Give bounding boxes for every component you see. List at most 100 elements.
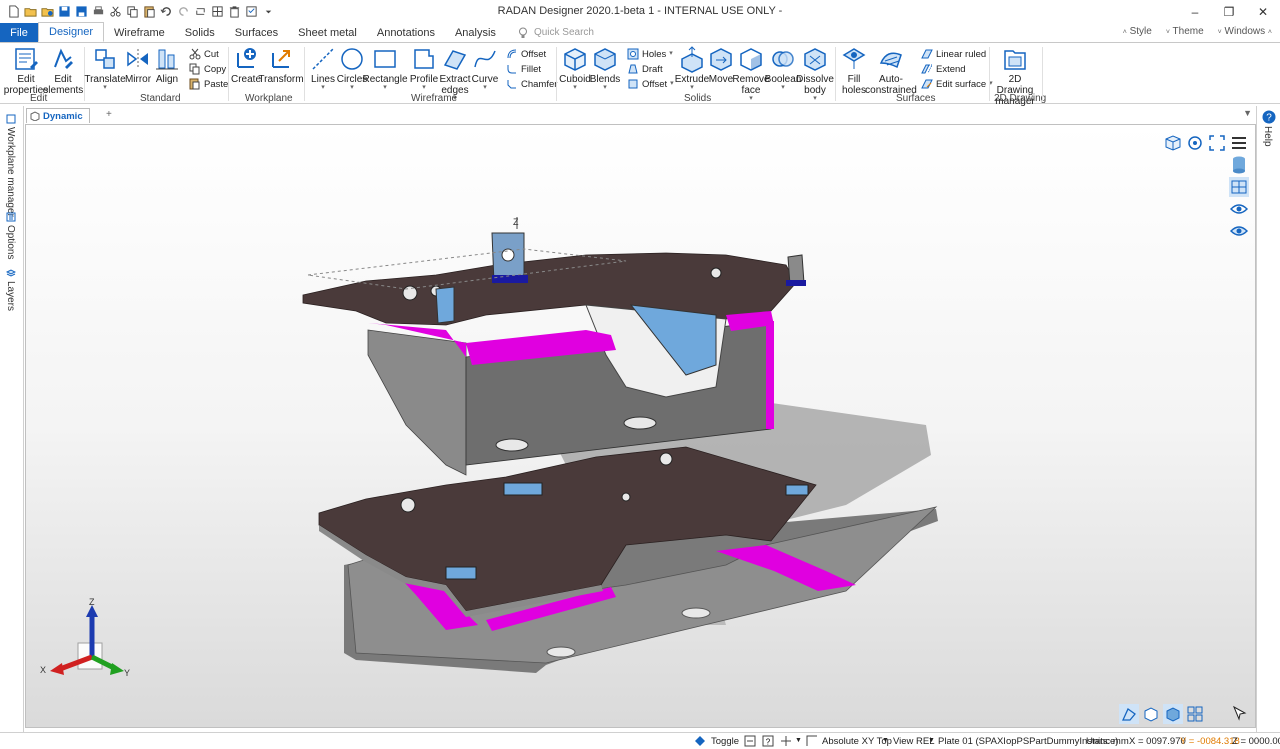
holes-button[interactable]: Holes ▾ [627,48,673,60]
help-status-icon[interactable]: ? [762,735,774,747]
customize-dropdown-icon[interactable] [261,5,275,19]
orbit-icon[interactable] [1185,133,1205,153]
tab-sheet-metal[interactable]: Sheet metal [288,23,367,42]
help-icon[interactable]: ? [1262,110,1276,127]
save-icon[interactable] [57,5,71,19]
svg-text:?: ? [1266,113,1272,124]
linear-ruled-button[interactable]: Linear ruled [921,48,986,60]
blends-button[interactable]: Blends ▾ [590,45,620,91]
draft-button[interactable]: Draft [627,63,663,75]
boolean-button[interactable]: Boolean ▾ [765,45,801,91]
remove-face-button[interactable]: Remove face ▾ [732,45,770,102]
wireframe-view-icon[interactable] [1119,704,1139,724]
paste-button[interactable]: Paste [189,78,228,90]
align-button[interactable]: Align [154,45,180,85]
toggle-label[interactable]: Toggle [711,736,739,747]
edit-elements-button[interactable]: Edit elements [43,45,83,96]
shaded-view-icon[interactable] [1163,704,1183,724]
section-view-icon[interactable] [1229,177,1249,197]
transform-workplane-button[interactable]: Transform [258,45,304,85]
extrude-button[interactable]: Extrude ▾ [675,45,709,91]
select-cursor-icon[interactable] [1231,704,1251,724]
part-caret[interactable]: ▼ [928,737,935,744]
snap-icon[interactable] [744,735,756,747]
view-ref-caret[interactable]: ▼ [882,737,889,744]
tab-wireframe[interactable]: Wireframe [104,23,175,42]
options-tab[interactable]: Options [5,212,16,259]
fillet-button[interactable]: Fillet [506,63,541,75]
restore-button[interactable]: ❐ [1212,0,1246,23]
viewport-menu-icon[interactable] [1229,133,1249,153]
new-document-tab-button[interactable]: + [106,109,112,120]
offset-solid-button[interactable]: Offset ▾ [627,78,674,90]
cuboid-button[interactable]: Cuboid ▾ [559,45,591,91]
copy-icon[interactable] [125,5,139,19]
curve-button[interactable]: Curve ▾ [472,45,498,91]
save-as-icon[interactable] [74,5,88,19]
cut-button[interactable]: Cut [189,48,219,60]
create-workplane-button[interactable]: Create [231,45,261,85]
visibility-icon[interactable] [1229,199,1249,219]
multi-view-icon[interactable] [1185,704,1205,724]
style-menu[interactable]: ˄ Style [1123,26,1152,37]
checklist-icon[interactable] [244,5,258,19]
hide-show-icon[interactable] [1229,221,1249,241]
delete-icon[interactable] [227,5,241,19]
cut-icon[interactable] [108,5,122,19]
circles-icon [341,48,363,70]
file-menu-button[interactable]: File [0,23,38,42]
draft-icon [628,64,638,74]
translate-button[interactable]: Translate ▾ [84,45,126,91]
document-tab-dynamic[interactable]: Dynamic [26,108,90,123]
quick-search[interactable]: Quick Search [518,23,594,42]
windows-menu[interactable]: ˅ Windows ˄ [1218,26,1272,37]
dissolve-body-button[interactable]: Dissolve body ▾ [796,45,834,102]
redo-icon[interactable] [176,5,190,19]
undo-icon[interactable] [159,5,173,19]
minimize-button[interactable]: – [1178,0,1212,23]
toggle-icon[interactable] [694,735,706,747]
z-axis-label: Z [513,217,519,227]
open-folder-icon[interactable] [23,5,37,19]
tab-surfaces[interactable]: Surfaces [225,23,288,42]
paste-icon[interactable] [142,5,156,19]
workplane-manager-tab[interactable]: Workplane manager [5,114,16,217]
3d-model-scene[interactable]: Z Z X Y [26,125,1255,727]
tab-solids[interactable]: Solids [175,23,225,42]
mirror-button[interactable]: Mirror [124,45,152,85]
lines-button[interactable]: Lines ▾ [310,45,336,91]
layers-tab[interactable]: Layers [5,268,16,311]
grid-icon[interactable] [210,5,224,19]
chamfer-button[interactable]: Chamfer [506,78,557,90]
move-status-icon[interactable] [780,735,792,747]
view-mode-dropdown-caret[interactable]: ▼ [795,737,802,744]
move-button[interactable]: Move [708,45,734,85]
display-mode-icon[interactable] [1229,155,1249,175]
3d-viewport[interactable]: Z Z X Y [25,124,1256,728]
extend-button[interactable]: Extend [921,63,966,75]
edit-surface-button[interactable]: Edit surface ▾ [921,78,993,90]
copy-button[interactable]: Copy [189,63,226,75]
print-icon[interactable] [91,5,105,19]
edit-properties-button[interactable]: Edit properties [4,45,48,96]
profile-button[interactable]: Profile ▾ [410,45,438,91]
repeat-icon[interactable] [193,5,207,19]
view-cube-icon[interactable] [1163,133,1183,153]
offset-wire-button[interactable]: Offset [506,48,546,60]
help-tab[interactable]: Help [1262,126,1273,147]
theme-menu[interactable]: ˅ Theme [1166,26,1204,37]
right-dock-panel: ? Help [1256,106,1280,732]
tab-analysis[interactable]: Analysis [445,23,506,42]
open-recent-icon[interactable] [40,5,54,19]
tab-designer[interactable]: Designer [38,22,105,42]
close-button[interactable]: ✕ [1246,0,1280,23]
tab-annotations[interactable]: Annotations [367,23,445,42]
auto-constrained-button[interactable]: Auto-constrained [865,45,917,96]
document-list-dropdown[interactable]: ▼ [1243,108,1252,118]
hidden-line-view-icon[interactable] [1141,704,1161,724]
rectangle-button[interactable]: Rectangle ▾ [362,45,408,91]
layers-icon [5,269,16,277]
fill-holes-button[interactable]: Fill holes [840,45,868,96]
zoom-fit-icon[interactable] [1207,133,1227,153]
new-file-icon[interactable] [6,5,20,19]
